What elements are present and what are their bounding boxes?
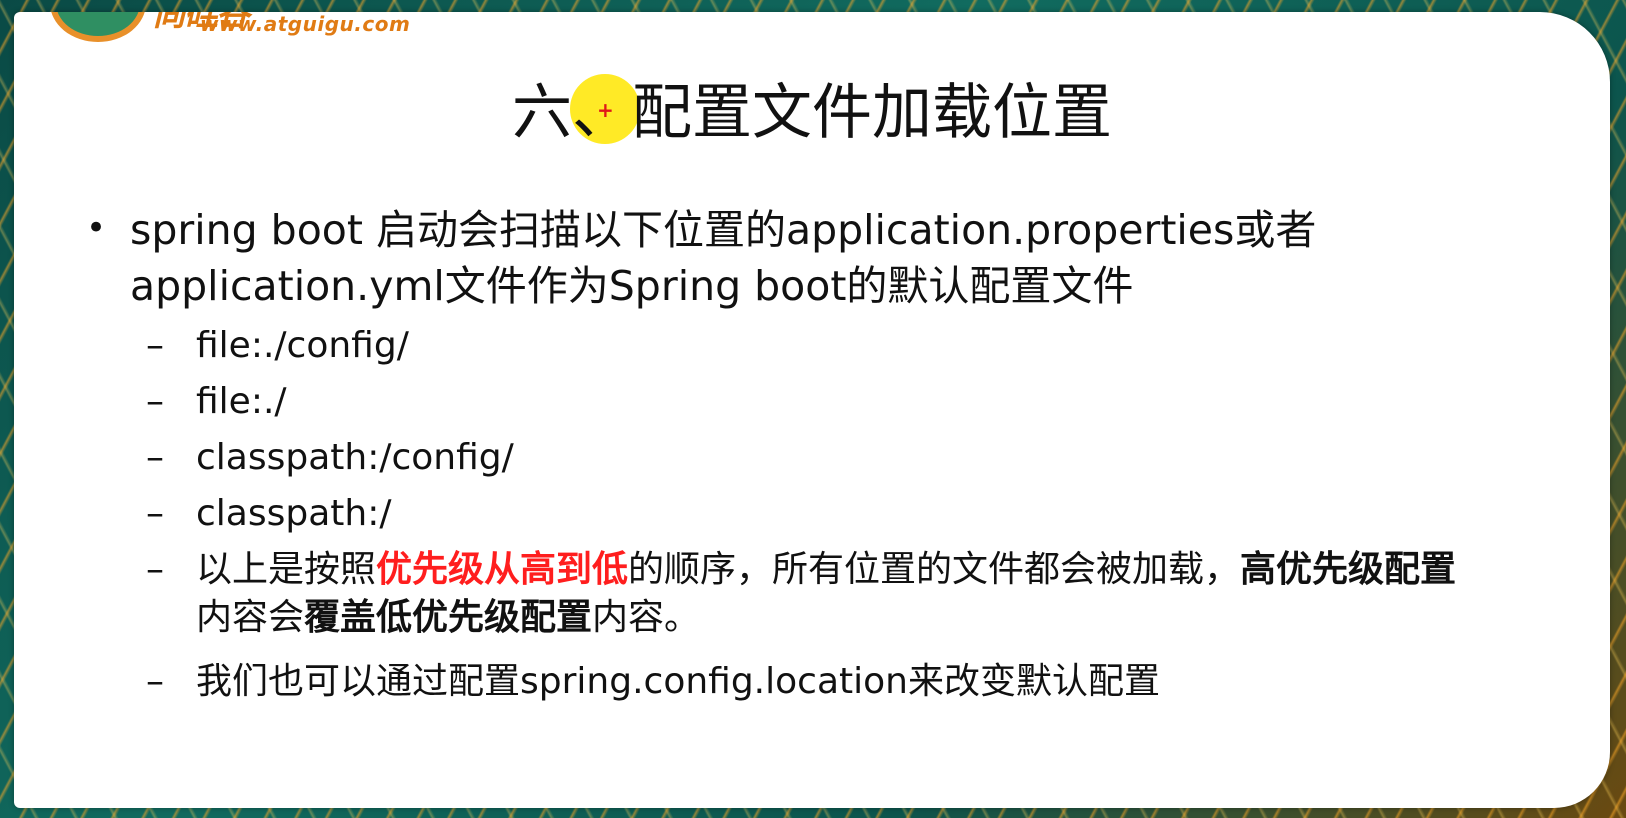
- priority-note-part5: 内容会: [196, 597, 305, 638]
- sub-item-classpath-config: – classpath:/config/: [146, 434, 1476, 482]
- sub-item-spring-config-location: – 我们也可以通过配置spring.config.location来改变默认配置: [146, 658, 1476, 706]
- dash-icon: –: [146, 549, 164, 590]
- priority-note-part7: 内容。: [592, 597, 701, 638]
- dash-icon: –: [146, 493, 164, 534]
- sub-item-text: file:./: [196, 381, 287, 422]
- sub-item-text: 我们也可以通过配置spring.config.location来改变默认配置: [196, 661, 1160, 702]
- sub-item-classpath-root: – classpath:/: [146, 490, 1476, 538]
- dash-icon: –: [146, 437, 164, 478]
- dash-icon: –: [146, 381, 164, 422]
- priority-note-bold-override: 覆盖低优先级配置: [304, 597, 593, 638]
- sub-item-text: classpath:/config/: [196, 437, 514, 478]
- bullet-dot-icon: •: [86, 208, 107, 248]
- dash-icon: –: [146, 661, 164, 702]
- priority-note-bold-high: 高优先级配置: [1240, 549, 1457, 590]
- sub-item-file-root: – file:./: [146, 378, 1476, 426]
- dash-icon: –: [146, 325, 164, 366]
- sub-item-priority-note: – 以上是按照优先级从高到低的顺序，所有位置的文件都会被加载，高优先级配置内容会…: [146, 546, 1476, 642]
- priority-note-text: 以上是按照优先级从高到低的顺序，所有位置的文件都会被加载，高优先级配置内容会覆盖…: [196, 546, 1476, 642]
- sub-item-text: file:./config/: [196, 325, 409, 366]
- slide-title: 六、配置文件加载位置: [512, 78, 1112, 148]
- cursor-crosshair-icon: +: [597, 98, 614, 122]
- sub-item-file-config: – file:./config/: [146, 322, 1476, 370]
- priority-note-part3: 的顺序，所有位置的文件都会被加载，: [628, 549, 1241, 590]
- priority-note-part1: 以上是按照: [196, 549, 377, 590]
- slide-canvas: 尚硅谷 www.atguigu.com 六、配置文件加载位置 + • sprin…: [14, 12, 1610, 808]
- priority-highlight-red: 优先级从高到低: [376, 549, 629, 590]
- sub-item-text: classpath:/: [196, 493, 392, 534]
- slide-content: 六、配置文件加载位置 + • spring boot 启动会扫描以下位置的app…: [14, 12, 1610, 808]
- main-bullet-text: spring boot 启动会扫描以下位置的application.proper…: [130, 206, 1317, 310]
